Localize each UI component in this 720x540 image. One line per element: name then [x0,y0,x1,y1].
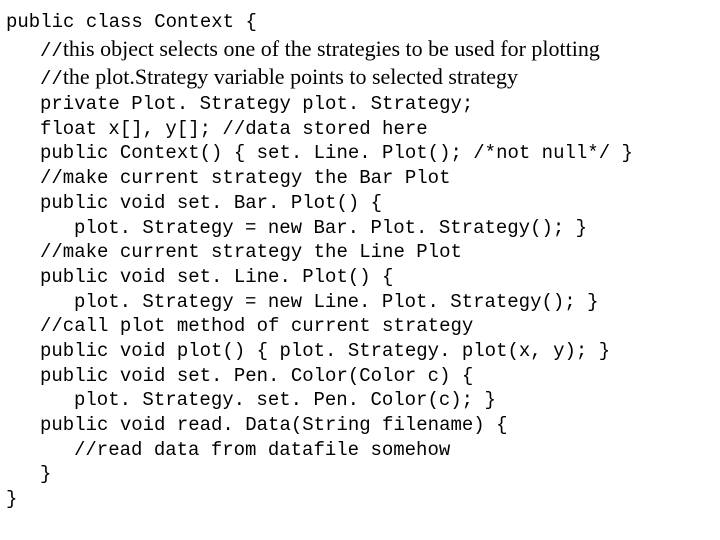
code-line: float x[], y[]; //data stored here [6,117,714,142]
comment-prefix: // [40,68,63,90]
code-slide: public class Context { //this object sel… [0,0,720,522]
code-line: //make current strategy the Bar Plot [6,166,714,191]
code-line: public void set. Pen. Color(Color c) { [6,364,714,389]
code-line: public void set. Line. Plot() { [6,265,714,290]
comment-text: this object selects one of the strategie… [63,36,600,61]
code-line: plot. Strategy = new Line. Plot. Strateg… [6,290,714,315]
code-line: public Context() { set. Line. Plot(); /*… [6,141,714,166]
code-line: plot. Strategy = new Bar. Plot. Strategy… [6,216,714,241]
code-line: plot. Strategy. set. Pen. Color(c); } [6,388,714,413]
comment-prefix: // [40,40,63,62]
code-line: public class Context { [6,10,714,35]
code-line: //the plot.Strategy variable points to s… [6,63,714,92]
code-line: //read data from datafile somehow [6,438,714,463]
code-line: } [6,462,714,487]
code-line: //make current strategy the Line Plot [6,240,714,265]
code-line: //this object selects one of the strateg… [6,35,714,64]
code-line: } [6,487,714,512]
code-line: private Plot. Strategy plot. Strategy; [6,92,714,117]
comment-text: the plot.Strategy variable points to sel… [63,64,518,89]
code-line: //call plot method of current strategy [6,314,714,339]
code-line: public void plot() { plot. Strategy. plo… [6,339,714,364]
code-line: public void read. Data(String filename) … [6,413,714,438]
code-line: public void set. Bar. Plot() { [6,191,714,216]
